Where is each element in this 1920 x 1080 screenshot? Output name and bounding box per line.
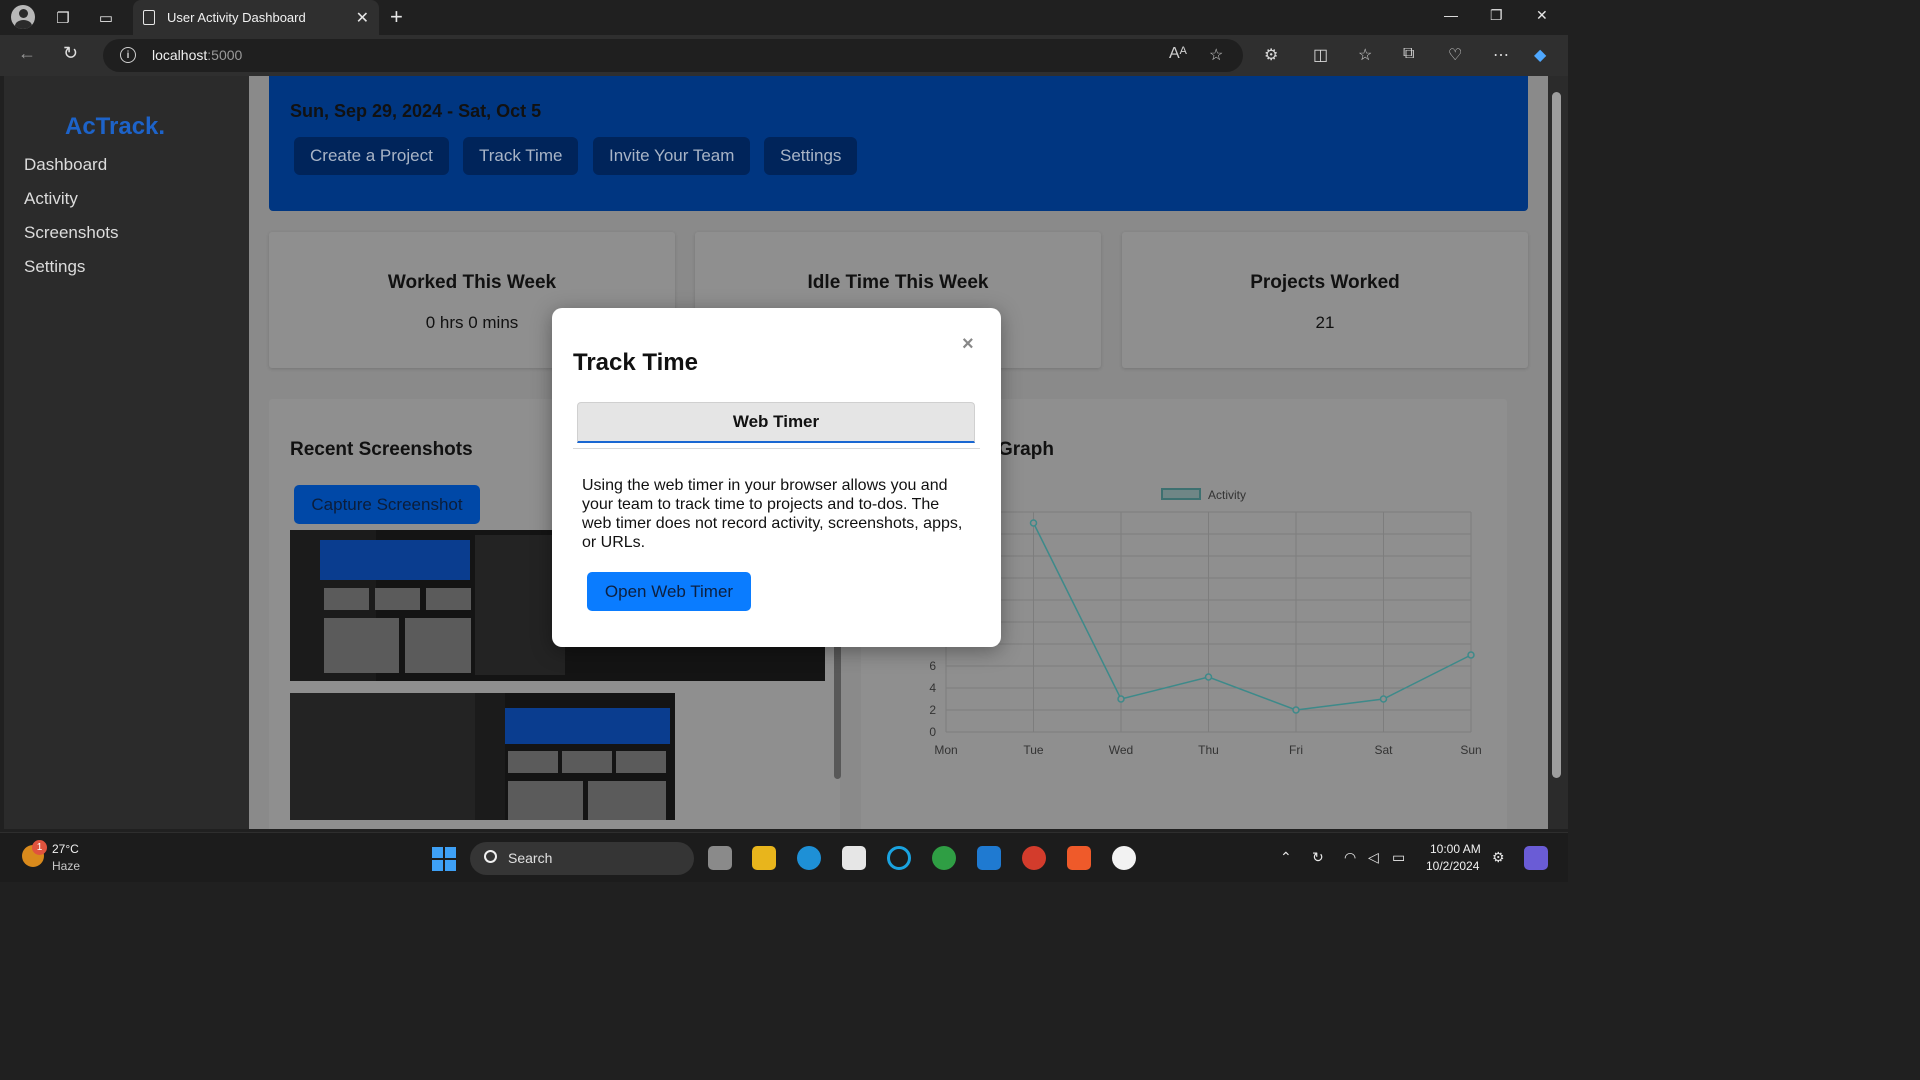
- back-icon[interactable]: ←: [18, 43, 36, 64]
- profile-avatar-icon[interactable]: [11, 5, 35, 29]
- wifi-icon[interactable]: ◠: [1344, 849, 1356, 866]
- mongodb-icon[interactable]: [1112, 846, 1136, 870]
- cortana-icon[interactable]: [887, 846, 911, 870]
- split-screen-icon[interactable]: ◫: [1313, 45, 1328, 65]
- tab-title: User Activity Dashboard: [167, 10, 306, 25]
- clock-date[interactable]: 10/2/2024: [1426, 859, 1479, 873]
- page-scrollbar-thumb[interactable]: [1552, 92, 1561, 778]
- edge-icon[interactable]: [797, 846, 821, 870]
- sidebar-item-settings[interactable]: Settings: [24, 257, 85, 277]
- sidebar-item-screenshots[interactable]: Screenshots: [24, 223, 119, 243]
- modal-title: Track Time: [573, 349, 698, 376]
- search-label: Search: [508, 850, 553, 866]
- file-explorer-icon[interactable]: [752, 846, 776, 870]
- browser-toolbar: ← ↻ i localhost:5000 Aᴬ ☆ ⚙ ◫ ☆ ⧉ ♡ ⋯ ◆: [0, 35, 1568, 76]
- modal-description: Using the web timer in your browser allo…: [582, 477, 963, 551]
- tab-actions-icon[interactable]: ▭: [94, 6, 118, 30]
- close-icon[interactable]: ×: [962, 333, 974, 356]
- track-time-modal: Track Time × Web Timer Using the web tim…: [552, 308, 1001, 647]
- tray-overflow-icon[interactable]: ⌃: [1280, 849, 1292, 866]
- task-view-icon[interactable]: [708, 846, 732, 870]
- modal-divider: [573, 448, 980, 449]
- url-text[interactable]: localhost:5000: [152, 47, 242, 63]
- sidebar-item-activity[interactable]: Activity: [24, 189, 78, 209]
- chrome-profile-icon[interactable]: [1022, 846, 1046, 870]
- open-web-timer-button[interactable]: Open Web Timer: [587, 572, 751, 611]
- browser-titlebar: ❐ ▭ User Activity Dashboard ✕ + — ❐ ✕: [0, 0, 1568, 35]
- window-close-icon[interactable]: ✕: [1536, 7, 1548, 24]
- start-menu-icon[interactable]: [432, 847, 456, 871]
- browser-tab-active[interactable]: User Activity Dashboard ✕: [133, 0, 379, 35]
- sidebar: AcTrack. Dashboard Activity Screenshots …: [4, 76, 249, 829]
- page-viewport: AcTrack. Dashboard Activity Screenshots …: [4, 76, 1548, 829]
- search-icon: [484, 850, 497, 863]
- read-aloud-icon[interactable]: Aᴬ: [1169, 45, 1187, 63]
- taskbar-search[interactable]: Search: [470, 842, 694, 875]
- collections-icon[interactable]: ⧉: [1403, 45, 1414, 63]
- vscode-icon[interactable]: [977, 846, 1001, 870]
- sidebar-item-dashboard[interactable]: Dashboard: [24, 155, 107, 175]
- extensions-icon[interactable]: ⚙: [1264, 45, 1278, 65]
- page-scrollbar[interactable]: [1548, 76, 1568, 829]
- tab-web-timer[interactable]: Web Timer: [577, 402, 975, 443]
- site-info-icon[interactable]: i: [120, 47, 136, 63]
- weather-badge: 1: [32, 840, 47, 855]
- copilot-icon[interactable]: ◆: [1534, 45, 1546, 65]
- brave-icon[interactable]: [1067, 846, 1091, 870]
- new-tab-icon[interactable]: +: [390, 4, 403, 30]
- store-icon[interactable]: [842, 846, 866, 870]
- volume-icon[interactable]: ◁: [1368, 849, 1379, 866]
- taskbar: 1 27°C Haze Search ⌃ ↻ ◠ ◁ ▭ 10:00 AM 10…: [0, 832, 1568, 882]
- weather-temperature[interactable]: 27°C: [52, 842, 79, 856]
- clock-time[interactable]: 10:00 AM: [1430, 842, 1481, 856]
- brand-logo[interactable]: AcTrack.: [65, 113, 165, 141]
- workspaces-icon[interactable]: ❐: [51, 6, 75, 30]
- favorite-star-icon[interactable]: ☆: [1209, 45, 1223, 65]
- refresh-icon[interactable]: ↻: [63, 43, 78, 64]
- restore-icon[interactable]: ❐: [1490, 7, 1503, 24]
- notification-icon[interactable]: ⚙: [1492, 849, 1505, 866]
- battery-icon[interactable]: ▭: [1392, 849, 1405, 866]
- sync-icon[interactable]: ↻: [1312, 849, 1324, 866]
- chrome-icon[interactable]: [932, 846, 956, 870]
- weather-description[interactable]: Haze: [52, 859, 80, 873]
- browser-essentials-icon[interactable]: ♡: [1448, 45, 1462, 65]
- page-icon: [143, 10, 155, 25]
- tab-close-icon[interactable]: ✕: [356, 8, 369, 28]
- favorites-icon[interactable]: ☆: [1358, 45, 1372, 65]
- minimize-icon[interactable]: —: [1444, 7, 1458, 23]
- address-bar[interactable]: i localhost:5000 Aᴬ ☆: [103, 39, 1243, 72]
- more-menu-icon[interactable]: ⋯: [1493, 45, 1509, 65]
- copilot-taskbar-icon[interactable]: [1524, 846, 1548, 870]
